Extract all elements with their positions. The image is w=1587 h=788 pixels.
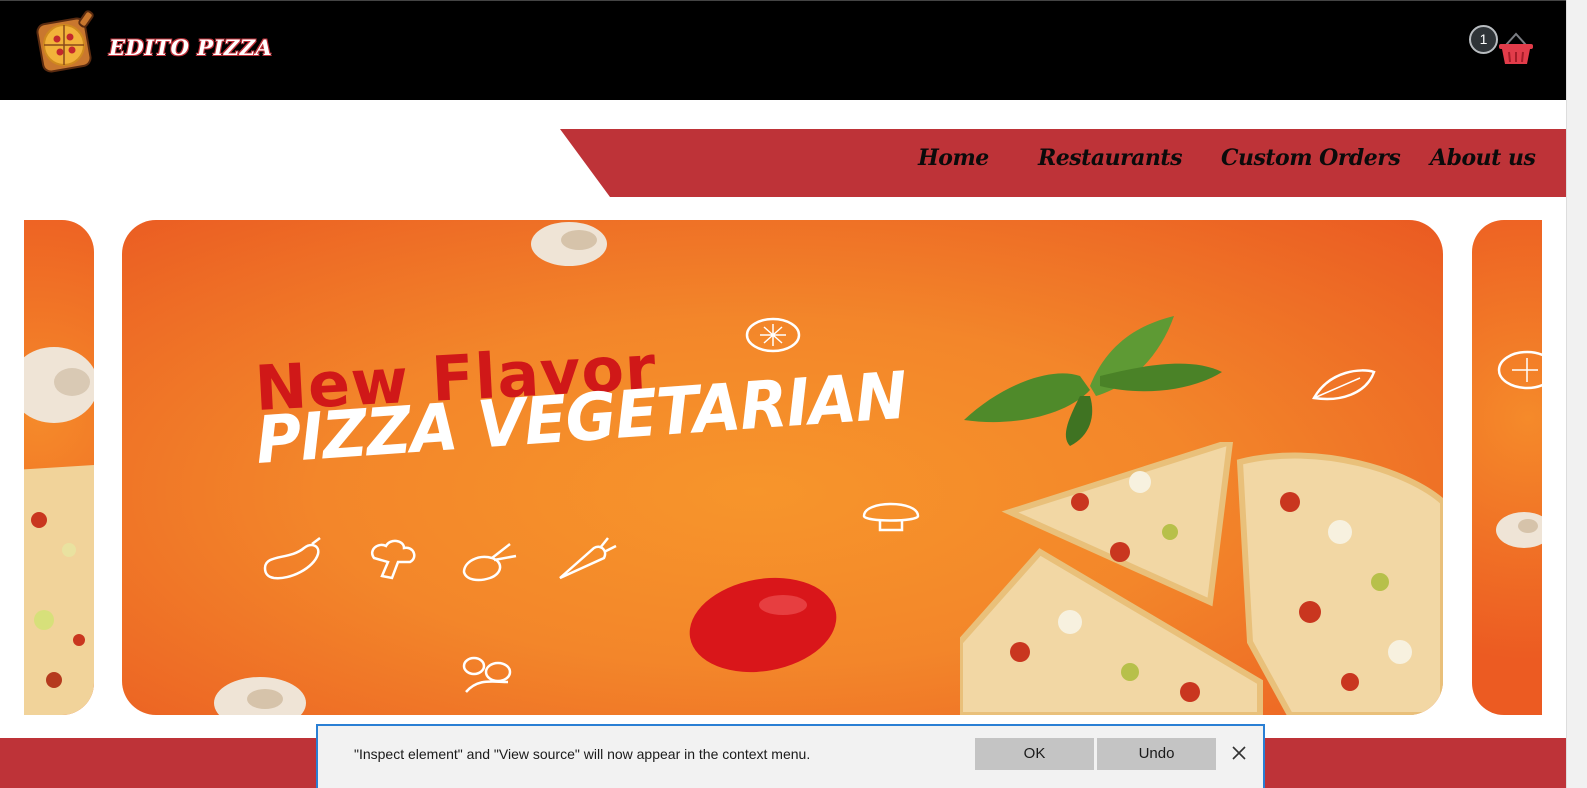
mushroom-image [214, 677, 306, 715]
undo-button[interactable]: Undo [1097, 738, 1216, 770]
carousel-previous-slide[interactable] [24, 220, 94, 715]
pizza-slice-image [24, 347, 94, 715]
browser-notification-bar: "Inspect element" and "View source" will… [316, 724, 1265, 788]
nav-about-us[interactable]: About us [1430, 145, 1536, 171]
carousel-next-slide[interactable] [1472, 220, 1542, 715]
ok-button[interactable]: OK [975, 738, 1094, 770]
shopping-basket-icon[interactable] [1496, 31, 1536, 67]
mushroom-icon [862, 502, 920, 532]
close-icon[interactable] [1230, 744, 1248, 762]
nav-home[interactable]: Home [918, 145, 989, 171]
eggplant-icon [263, 537, 321, 580]
nav-restaurants[interactable]: Restaurants [1038, 145, 1182, 171]
pizza-board-icon[interactable] [36, 9, 102, 75]
vertical-scrollbar[interactable] [1566, 0, 1587, 788]
tomato-slice-icon [745, 317, 801, 353]
basil-leaf-icon [1312, 369, 1376, 401]
mushroom-image [1496, 350, 1542, 548]
carrot-icon [559, 537, 617, 580]
basil-image [964, 316, 1222, 446]
nav-custom-orders[interactable]: Custom Orders [1221, 145, 1401, 171]
broccoli-icon [370, 539, 416, 580]
page: EDITO PIZZA 1 Home Restaurants Custom Or… [0, 0, 1587, 788]
olives-icon [462, 656, 512, 693]
carousel-active-slide[interactable]: New Flavor PIZZA VEGETARIAN [122, 220, 1443, 715]
brand-name[interactable]: EDITO PIZZA [109, 35, 272, 60]
cart-count-badge: 1 [1469, 25, 1498, 54]
tomato-image [689, 577, 837, 673]
notification-message: "Inspect element" and "View source" will… [354, 746, 811, 762]
onion-icon [462, 543, 517, 582]
mushroom-image [531, 222, 607, 266]
pizza-image [960, 442, 1443, 715]
site-header: EDITO PIZZA 1 [0, 0, 1566, 100]
